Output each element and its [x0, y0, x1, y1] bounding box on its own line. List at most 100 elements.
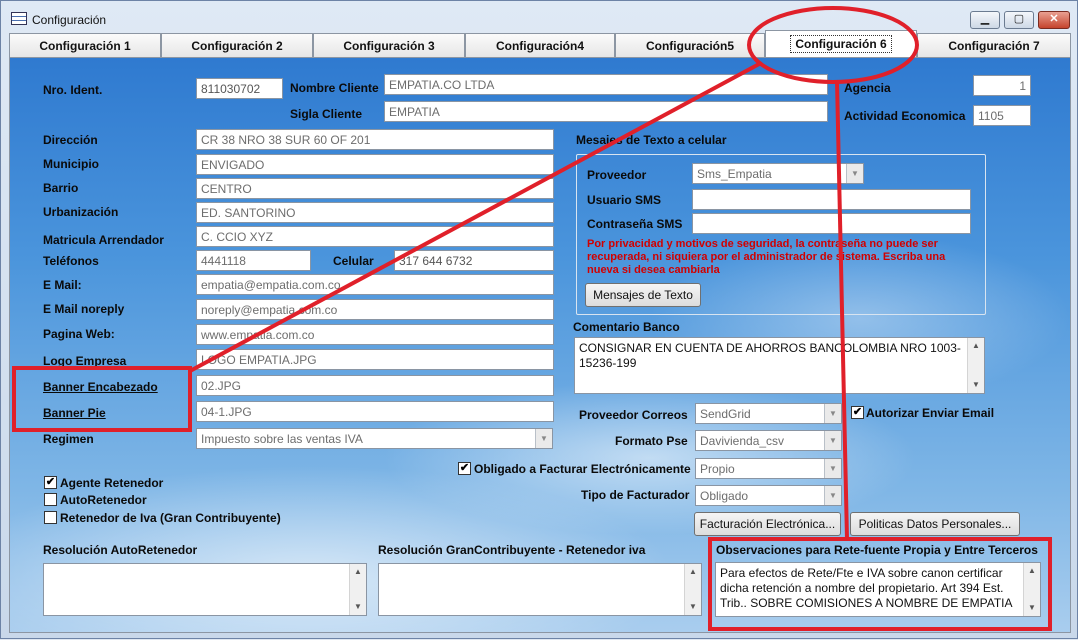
tab-configuracion-4[interactable]: Configuración4	[465, 33, 615, 57]
minimize-button[interactable]: ▁	[970, 11, 1000, 29]
formato-pse-value: Davivienda_csv	[700, 434, 785, 448]
retenedor-iva-checkbox[interactable]	[44, 511, 57, 524]
regimen-value: Impuesto sobre las ventas IVA	[201, 432, 363, 446]
scroll-up-icon[interactable]: ▲	[968, 338, 984, 354]
obligado-facturar-select[interactable]: Propio ▼	[695, 458, 842, 479]
direccion-field[interactable]: CR 38 NRO 38 SUR 60 OF 201	[196, 129, 554, 150]
scroll-up-icon[interactable]: ▲	[1024, 563, 1040, 579]
agente-retenedor-label: Agente Retenedor	[60, 476, 164, 490]
logo-empresa-link[interactable]: Logo Empresa	[43, 354, 126, 368]
proveedor-correos-select[interactable]: SendGrid ▼	[695, 403, 842, 424]
scrollbar[interactable]: ▲ ▼	[1023, 563, 1040, 616]
resolucion-grancontribuyente-label: Resolución GranContribuyente - Retenedor…	[378, 543, 646, 557]
chevron-down-icon[interactable]: ▼	[824, 486, 841, 505]
nombre-cliente-field[interactable]: EMPATIA.CO LTDA	[384, 74, 828, 95]
nombre-cliente-label: Nombre Cliente	[290, 81, 379, 95]
observaciones-text: Para efectos de Rete/Fte e IVA sobre can…	[720, 566, 1013, 610]
sms-proveedor-label: Proveedor	[587, 168, 647, 182]
celular-field[interactable]: 317 644 6732	[394, 250, 554, 271]
banner-encabezado-link[interactable]: Banner Encabezado	[43, 380, 158, 394]
nro-ident-label: Nro. Ident.	[43, 83, 103, 97]
usuario-sms-label: Usuario SMS	[587, 193, 662, 207]
scroll-down-icon[interactable]: ▼	[968, 377, 984, 393]
sigla-cliente-label: Sigla Cliente	[290, 107, 363, 121]
logo-empresa-field[interactable]: LOGO EMPATIA.JPG	[196, 349, 554, 370]
contrasena-sms-label: Contraseña SMS	[587, 217, 683, 231]
comentario-banco-textarea[interactable]: CONSIGNAR EN CUENTA DE AHORROS BANCOLOMB…	[574, 337, 985, 394]
scroll-up-icon[interactable]: ▲	[350, 564, 366, 580]
sms-proveedor-select[interactable]: Sms_Empatia ▼	[692, 163, 864, 184]
autoretenedor-checkbox[interactable]	[44, 493, 57, 506]
window-title: Configuración	[32, 13, 107, 27]
matricula-field[interactable]: C. CCIO XYZ	[196, 226, 554, 247]
scroll-down-icon[interactable]: ▼	[1024, 600, 1040, 616]
chevron-down-icon[interactable]: ▼	[824, 431, 841, 450]
chevron-down-icon[interactable]: ▼	[824, 404, 841, 423]
telefonos-field[interactable]: 4441118	[196, 250, 311, 271]
title-bar: Configuración ▁ ▢ ✕	[1, 1, 1077, 31]
comentario-banco-label: Comentario Banco	[573, 320, 680, 334]
obligado-facturar-value: Propio	[700, 462, 735, 476]
sigla-cliente-field[interactable]: EMPATIA	[384, 101, 828, 122]
agencia-field[interactable]: 1	[973, 75, 1031, 96]
banner-pie-link[interactable]: Banner Pie	[43, 406, 106, 420]
email-noreply-label: E Mail noreply	[43, 302, 125, 316]
barrio-field[interactable]: CENTRO	[196, 178, 554, 199]
actividad-economica-field[interactable]: 1105	[973, 105, 1031, 126]
scrollbar[interactable]: ▲ ▼	[349, 564, 366, 615]
obligado-facturar-checkbox[interactable]: ✔	[458, 462, 471, 475]
tab-configuracion-1[interactable]: Configuración 1	[9, 33, 161, 57]
email-field[interactable]: empatia@empatia.com.co	[196, 274, 554, 295]
email-noreply-field[interactable]: noreply@empatia.com.co	[196, 299, 554, 320]
tab-configuracion-5[interactable]: Configuración5	[615, 33, 765, 57]
autorizar-email-checkbox[interactable]: ✔	[851, 406, 864, 419]
matricula-label: Matricula Arrendador	[43, 233, 164, 247]
scroll-down-icon[interactable]: ▼	[685, 599, 701, 615]
tab-configuracion-6[interactable]: Configuración 6	[765, 30, 917, 57]
sms-privacy-warning: Por privacidad y motivos de seguridad, l…	[587, 238, 946, 276]
scroll-down-icon[interactable]: ▼	[350, 599, 366, 615]
mensajes-de-texto-button[interactable]: Mensajes de Texto	[585, 283, 701, 307]
tab-configuracion-6-label: Configuración 6	[790, 35, 892, 53]
banner-pie-field[interactable]: 04-1.JPG	[196, 401, 554, 422]
nro-ident-field[interactable]: 811030702	[196, 78, 283, 99]
table-icon	[11, 12, 27, 25]
email-label: E Mail:	[43, 278, 82, 292]
tab-configuracion-2[interactable]: Configuración 2	[161, 33, 313, 57]
chevron-down-icon[interactable]: ▼	[535, 429, 552, 448]
pagina-web-field[interactable]: www.empatia.com.co	[196, 324, 554, 345]
agente-retenedor-checkbox[interactable]: ✔	[44, 476, 57, 489]
scroll-up-icon[interactable]: ▲	[685, 564, 701, 580]
facturacion-electronica-button[interactable]: Facturación Electrónica...	[694, 512, 841, 536]
tipo-facturador-select[interactable]: Obligado ▼	[695, 485, 842, 506]
regimen-select[interactable]: Impuesto sobre las ventas IVA ▼	[196, 428, 553, 449]
resolucion-autoretenedor-label: Resolución AutoRetenedor	[43, 543, 198, 557]
observaciones-textarea[interactable]: Para efectos de Rete/Fte e IVA sobre can…	[715, 562, 1041, 617]
direccion-label: Dirección	[43, 133, 98, 147]
tab-configuracion-3[interactable]: Configuración 3	[313, 33, 465, 57]
urbanizacion-field[interactable]: ED. SANTORINO	[196, 202, 554, 223]
resolucion-grancontribuyente-textarea[interactable]: ▲ ▼	[378, 563, 702, 616]
banner-encabezado-field[interactable]: 02.JPG	[196, 375, 554, 396]
scrollbar[interactable]: ▲ ▼	[967, 338, 984, 393]
resolucion-autoretenedor-textarea[interactable]: ▲ ▼	[43, 563, 367, 616]
actividad-economica-label: Actividad Economica	[844, 109, 966, 123]
sms-group-label: Mesajes de Texto a celular	[576, 133, 727, 147]
tab-panel: Nro. Ident. 811030702 Nombre Cliente EMP…	[9, 57, 1071, 633]
autorizar-email-label: Autorizar Enviar Email	[866, 406, 995, 420]
maximize-button[interactable]: ▢	[1004, 11, 1034, 29]
usuario-sms-field[interactable]	[692, 189, 971, 210]
contrasena-sms-field[interactable]	[692, 213, 971, 234]
configuracion-window: Configuración ▁ ▢ ✕ Configuración 1 Conf…	[0, 0, 1078, 639]
close-button[interactable]: ✕	[1038, 11, 1070, 29]
scrollbar[interactable]: ▲ ▼	[684, 564, 701, 615]
tab-configuracion-7[interactable]: Configuración 7	[917, 33, 1071, 57]
chevron-down-icon[interactable]: ▼	[846, 164, 863, 183]
formato-pse-select[interactable]: Davivienda_csv ▼	[695, 430, 842, 451]
agencia-label: Agencia	[844, 81, 891, 95]
chevron-down-icon[interactable]: ▼	[824, 459, 841, 478]
barrio-label: Barrio	[43, 181, 79, 195]
politicas-datos-button[interactable]: Politicas Datos Personales...	[850, 512, 1020, 536]
municipio-field[interactable]: ENVIGADO	[196, 154, 554, 175]
celular-label: Celular	[333, 254, 374, 268]
